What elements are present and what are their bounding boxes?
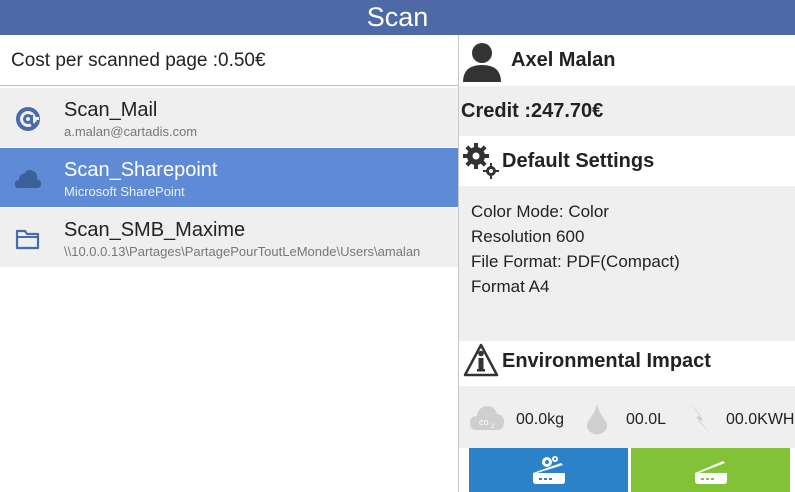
environmental-metrics: co 2 00.0kg 00.0L 00.0KWH [459, 386, 795, 448]
format-value: Format A4 [471, 277, 550, 296]
destination-panel: Cost per scanned page :0.50€ Scan_Mail a… [0, 35, 458, 492]
cost-per-page-label: Cost per scanned page :0.50€ [0, 35, 458, 86]
destination-name: Scan_Mail [64, 99, 158, 121]
credit-label: Credit :247.70€ [459, 86, 795, 136]
co2-metric: co 2 00.0kg [469, 386, 569, 448]
default-settings-title: Default Settings [502, 150, 655, 172]
water-metric: 00.0L [584, 386, 674, 448]
start-scan-button[interactable] [631, 448, 790, 492]
window-title: Scan [0, 0, 795, 35]
scanner-icon [694, 461, 727, 484]
at-icon [14, 105, 42, 133]
gears-icon [461, 141, 501, 181]
user-name: Axel Malan [511, 49, 616, 71]
environmental-impact-header: Environmental Impact [459, 336, 795, 386]
energy-metric: 00.0KWH [685, 386, 795, 448]
water-value: 00.0L [626, 411, 667, 428]
cloud-icon [14, 165, 42, 193]
user-avatar-icon [461, 40, 503, 82]
file-format-value: File Format: PDF(Compact) [471, 252, 680, 271]
scan-settings-button[interactable] [469, 448, 628, 492]
svg-text:co: co [479, 417, 489, 427]
co2-value: 00.0kg [516, 411, 565, 428]
co2-cloud-icon: co 2 [470, 406, 504, 430]
destination-name: Scan_SMB_Maxime [64, 219, 246, 241]
destination-detail: a.malan@cartadis.com [64, 124, 198, 139]
destination-detail: Microsoft SharePoint [64, 184, 185, 199]
scanner-settings-icon [532, 456, 565, 484]
color-mode-value: Color Mode: Color [471, 202, 609, 221]
resolution-value: Resolution 600 [471, 227, 585, 246]
recycle-info-icon [461, 341, 501, 381]
destination-item-scan-mail[interactable]: Scan_Mail a.malan@cartadis.com [0, 88, 458, 147]
destination-detail: \\10.0.0.13\Partages\PartagePourToutLeMo… [64, 244, 421, 259]
energy-value: 00.0KWH [726, 411, 795, 428]
destination-item-scan-sharepoint[interactable]: Scan_Sharepoint Microsoft SharePoint [0, 148, 458, 207]
environmental-impact-title: Environmental Impact [502, 350, 711, 372]
lightning-icon [689, 402, 711, 434]
folder-icon [14, 225, 42, 253]
water-drop-icon [587, 402, 607, 435]
user-header: Axel Malan [459, 35, 795, 86]
destination-name: Scan_Sharepoint [64, 159, 218, 181]
destination-item-scan-smb-maxime[interactable]: Scan_SMB_Maxime \\10.0.0.13\Partages\Par… [0, 208, 458, 267]
info-panel: Axel Malan Credit :247.70€ Default Setti… [459, 35, 795, 492]
default-settings-header: Default Settings [459, 136, 795, 186]
settings-list: Color Mode: Color Resolution 600 File Fo… [459, 186, 795, 341]
